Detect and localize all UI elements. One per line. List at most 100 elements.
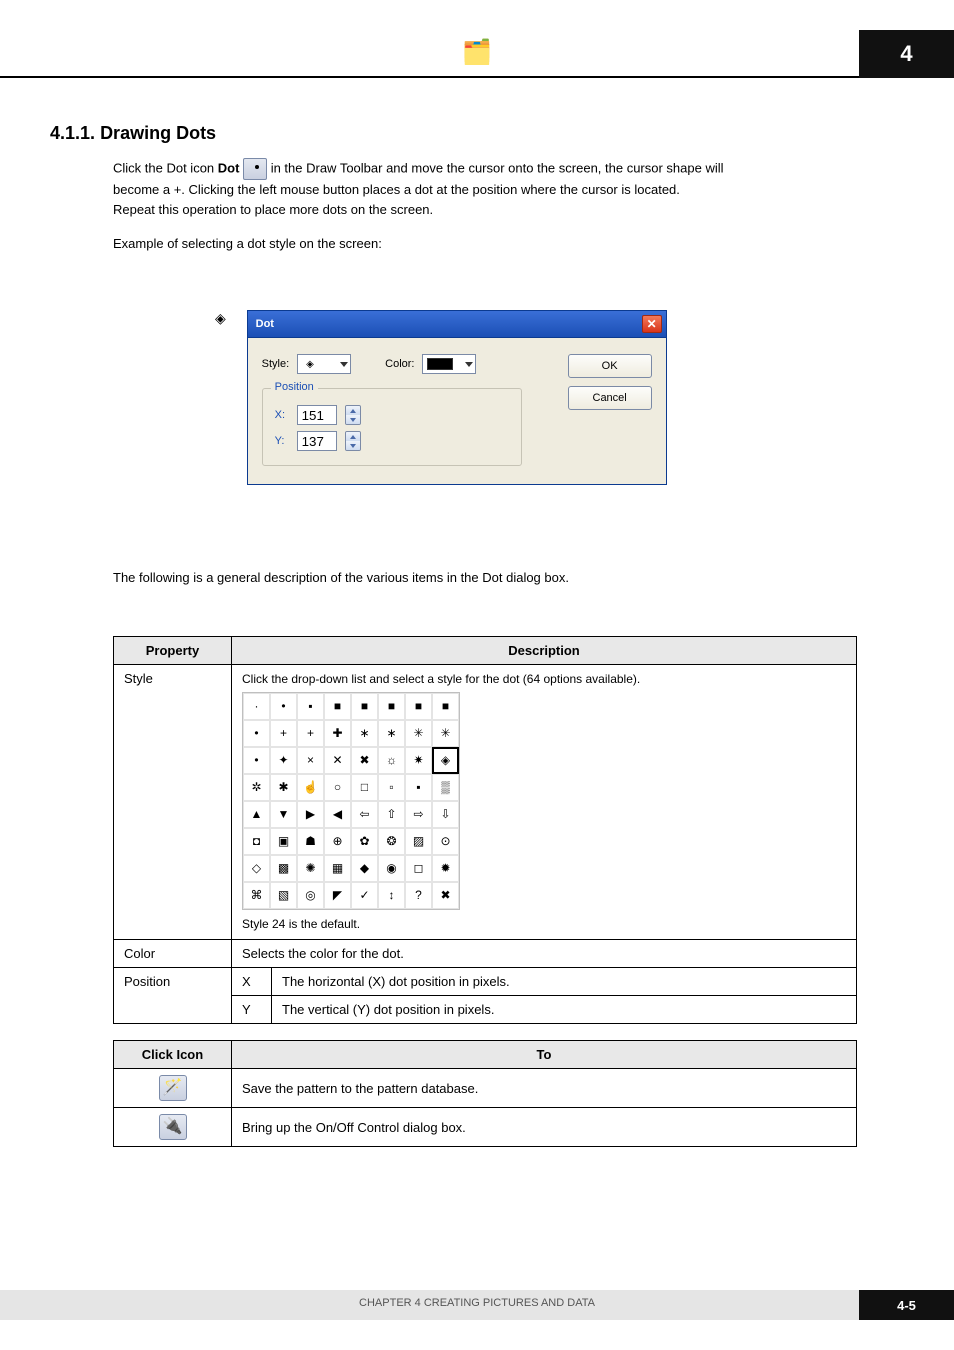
palette-cell[interactable]: +	[270, 720, 297, 747]
palette-cell[interactable]: ◤	[324, 882, 351, 909]
palette-cell[interactable]: ◉	[378, 855, 405, 882]
row-style-desc: Click the drop-down list and select a st…	[232, 665, 857, 940]
palette-cell[interactable]: ⇩	[432, 801, 459, 828]
palette-cell[interactable]: ⇨	[405, 801, 432, 828]
palette-cell[interactable]: +	[297, 720, 324, 747]
intro-line3: Repeat this operation to place more dots…	[113, 202, 433, 217]
style-desc-line2: Style 24 is the default.	[242, 916, 846, 933]
palette-cell[interactable]: ▨	[405, 828, 432, 855]
palette-cell[interactable]: ○	[324, 774, 351, 801]
palette-cell[interactable]: ▧	[270, 882, 297, 909]
palette-cell[interactable]: ■	[324, 693, 351, 720]
palette-cell[interactable]: ✚	[324, 720, 351, 747]
dialog-title: Dot	[256, 318, 274, 330]
row-y-desc: The vertical (Y) dot position in pixels.	[272, 995, 857, 1023]
palette-cell[interactable]: ×	[297, 747, 324, 774]
color-dropdown[interactable]	[422, 354, 476, 374]
palette-cell[interactable]: ☝	[297, 774, 324, 801]
palette-cell[interactable]: ·	[243, 693, 270, 720]
palette-cell[interactable]: ▫	[378, 774, 405, 801]
col-click-icon: Click Icon	[114, 1041, 232, 1069]
palette-cell[interactable]: ✖	[432, 882, 459, 909]
palette-cell[interactable]: ⌘	[243, 882, 270, 909]
palette-cell[interactable]: •	[270, 693, 297, 720]
palette-cell[interactable]: •	[243, 747, 270, 774]
palette-cell[interactable]: ❂	[378, 828, 405, 855]
palette-cell[interactable]: ◎	[297, 882, 324, 909]
palette-cell[interactable]: ▼	[270, 801, 297, 828]
ok-button[interactable]: OK	[568, 354, 652, 378]
below-dialog-text: The following is a general description o…	[113, 568, 859, 588]
row-color-label: Color	[114, 939, 232, 967]
palette-cell[interactable]: ⇦	[351, 801, 378, 828]
palette-cell[interactable]: ✓	[351, 882, 378, 909]
style-desc-line1: Click the drop-down list and select a st…	[242, 671, 846, 688]
palette-cell[interactable]: ◈	[432, 747, 459, 774]
palette-cell[interactable]: ◻	[405, 855, 432, 882]
row-x-desc: The horizontal (X) dot position in pixel…	[272, 967, 857, 995]
palette-cell[interactable]: ▩	[270, 855, 297, 882]
palette-cell[interactable]: ☗	[297, 828, 324, 855]
palette-cell[interactable]: ▦	[324, 855, 351, 882]
col-to: To	[232, 1041, 857, 1069]
y-spinner[interactable]	[345, 431, 361, 451]
chapter-badge: 4	[859, 30, 954, 78]
palette-cell[interactable]: ⊙	[432, 828, 459, 855]
palette-cell[interactable]: ?	[405, 882, 432, 909]
palette-cell[interactable]: ◀	[324, 801, 351, 828]
style-dropdown[interactable]: ◈	[297, 354, 351, 374]
palette-cell[interactable]: ✦	[270, 747, 297, 774]
palette-cell[interactable]: □	[351, 774, 378, 801]
onoff-control-icon[interactable]: 🔌	[159, 1114, 187, 1140]
figure-block: ◈ Dot ✕ Style: ◈ Color: Po	[215, 310, 695, 485]
palette-cell[interactable]: ✖	[351, 747, 378, 774]
dot-dialog: Dot ✕ Style: ◈ Color: Position	[247, 310, 667, 485]
palette-cell[interactable]: ▲	[243, 801, 270, 828]
footer-band: CHAPTER 4 CREATING PICTURES AND DATA 4-5	[0, 1290, 954, 1320]
palette-cell[interactable]: ⊕	[324, 828, 351, 855]
palette-cell[interactable]: ▪	[297, 693, 324, 720]
palette-cell[interactable]: ▪	[405, 774, 432, 801]
palette-cell[interactable]: ✳	[432, 720, 459, 747]
palette-cell[interactable]: ✲	[243, 774, 270, 801]
section-number: 4.1.1.	[50, 123, 95, 143]
intro-prefix: Click the Dot icon	[113, 160, 218, 175]
palette-cell[interactable]: ■	[378, 693, 405, 720]
onoff-control-desc: Bring up the On/Off Control dialog box.	[232, 1108, 857, 1147]
palette-cell[interactable]: ■	[351, 693, 378, 720]
palette-cell[interactable]: ✹	[432, 855, 459, 882]
icon-table: Click Icon To 🪄 Save the pattern to the …	[113, 1040, 857, 1147]
chevron-down-icon	[465, 362, 473, 367]
palette-cell[interactable]: ■	[432, 693, 459, 720]
palette-cell[interactable]: ✳	[405, 720, 432, 747]
save-pattern-icon[interactable]: 🪄	[159, 1075, 187, 1101]
row-position-label: Position	[114, 967, 232, 1023]
palette-cell[interactable]: ∗	[351, 720, 378, 747]
x-spinner[interactable]	[345, 405, 361, 425]
row-y-label: Y	[232, 995, 272, 1023]
bullet-icon: ◈	[215, 310, 229, 327]
palette-cell[interactable]: ☼	[378, 747, 405, 774]
palette-cell[interactable]: •	[243, 720, 270, 747]
y-input[interactable]	[297, 431, 337, 451]
palette-cell[interactable]: ◘	[243, 828, 270, 855]
y-label: Y:	[275, 435, 289, 447]
palette-cell[interactable]: ▒	[432, 774, 459, 801]
palette-cell[interactable]: ✿	[351, 828, 378, 855]
palette-cell[interactable]: ✷	[405, 747, 432, 774]
row-color-desc: Selects the color for the dot.	[232, 939, 857, 967]
palette-cell[interactable]: ▶	[297, 801, 324, 828]
palette-cell[interactable]: ◇	[243, 855, 270, 882]
palette-cell[interactable]: ✺	[297, 855, 324, 882]
palette-cell[interactable]: ↕	[378, 882, 405, 909]
cancel-button[interactable]: Cancel	[568, 386, 652, 410]
palette-cell[interactable]: ⇧	[378, 801, 405, 828]
palette-cell[interactable]: ∗	[378, 720, 405, 747]
palette-cell[interactable]: ◆	[351, 855, 378, 882]
palette-cell[interactable]: ✱	[270, 774, 297, 801]
x-input[interactable]	[297, 405, 337, 425]
palette-cell[interactable]: ✕	[324, 747, 351, 774]
palette-cell[interactable]: ■	[405, 693, 432, 720]
palette-cell[interactable]: ▣	[270, 828, 297, 855]
close-button[interactable]: ✕	[642, 315, 662, 333]
